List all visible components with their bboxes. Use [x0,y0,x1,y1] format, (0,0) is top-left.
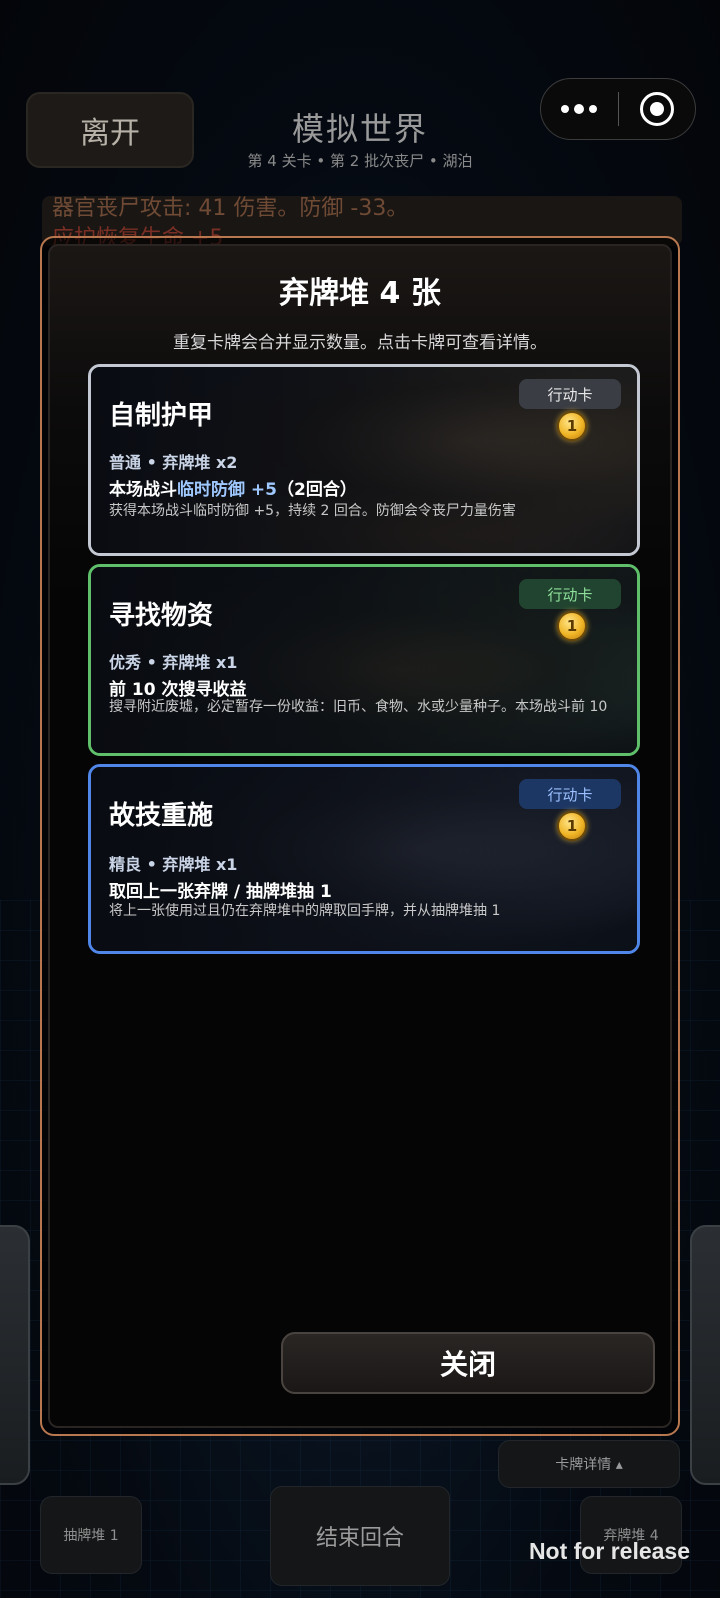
discard-pile-modal: 弃牌堆 4 张 重复卡牌会合并显示数量。点击卡牌可查看详情。 自制护甲 行动卡 … [40,236,680,1436]
card-name: 寻找物资 [109,601,214,631]
draw-pile-button[interactable]: 抽牌堆 1 [40,1496,142,1574]
card-description: 获得本场战斗临时防御 +5，持续 2 回合。防御会令丧尸力量伤害 [109,503,516,519]
card-old-trick[interactable]: 故技重施 行动卡 1 精良 • 弃牌堆 x1 取回上一张弃牌 / 抽牌堆抽 1 … [88,764,640,954]
card-name: 自制护甲 [109,401,214,431]
modal-description: 重复卡牌会合并显示数量。点击卡牌可查看详情。 [173,333,547,353]
card-homemade-armor[interactable]: 自制护甲 行动卡 1 普通 • 弃牌堆 x2 本场战斗临时防御 +5（2回合） … [88,364,640,556]
card-meta: 优秀 • 弃牌堆 x1 [109,653,238,672]
modal-panel: 弃牌堆 4 张 重复卡牌会合并显示数量。点击卡牌可查看详情。 自制护甲 行动卡 … [48,244,672,1428]
card-detail-button[interactable]: 卡牌详情 ▴ [498,1440,680,1488]
card-type-badge: 行动卡 [519,579,621,609]
page-subtitle: 第 4 关卡 • 第 2 批次丧尸 • 湖泊 [247,152,473,170]
modal-title: 弃牌堆 4 张 [279,276,441,311]
card-type-badge: 行动卡 [519,779,621,809]
watermark: Not for release [528,1538,690,1564]
cost-coin-icon: 1 [557,411,587,441]
close-button[interactable]: 关闭 [281,1332,655,1394]
more-menu-icon[interactable] [541,104,618,114]
card-search-supplies[interactable]: 寻找物资 行动卡 1 优秀 • 弃牌堆 x1 前 10 次搜寻收益 搜寻附近废墟… [88,564,640,756]
cost-coin-icon: 1 [557,611,587,641]
game-screen: 离开 模拟世界 第 4 关卡 • 第 2 批次丧尸 • 湖泊 器官丧尸攻击: 4… [0,0,720,1598]
close-miniprogram-icon[interactable] [619,92,696,126]
card-meta: 普通 • 弃牌堆 x2 [109,453,238,472]
end-turn-button[interactable]: 结束回合 [270,1486,450,1586]
right-frame-ornament [690,1225,720,1485]
cost-coin-icon: 1 [557,811,587,841]
card-type-badge: 行动卡 [519,379,621,409]
left-frame-ornament [0,1225,30,1485]
card-meta: 精良 • 弃牌堆 x1 [109,855,238,874]
card-description: 搜寻附近废墟，必定暂存一份收益：旧币、食物、水或少量种子。本场战斗前 10 [109,699,608,715]
battle-log-line: 器官丧尸攻击: 41 伤害。防御 -33。 [52,196,409,221]
card-effect: 本场战斗临时防御 +5（2回合） [109,480,357,500]
card-description: 将上一张使用过且仍在弃牌堆中的牌取回手牌，并从抽牌堆抽 1 [109,903,501,919]
miniprogram-capsule [540,78,696,140]
card-name: 故技重施 [109,801,214,831]
